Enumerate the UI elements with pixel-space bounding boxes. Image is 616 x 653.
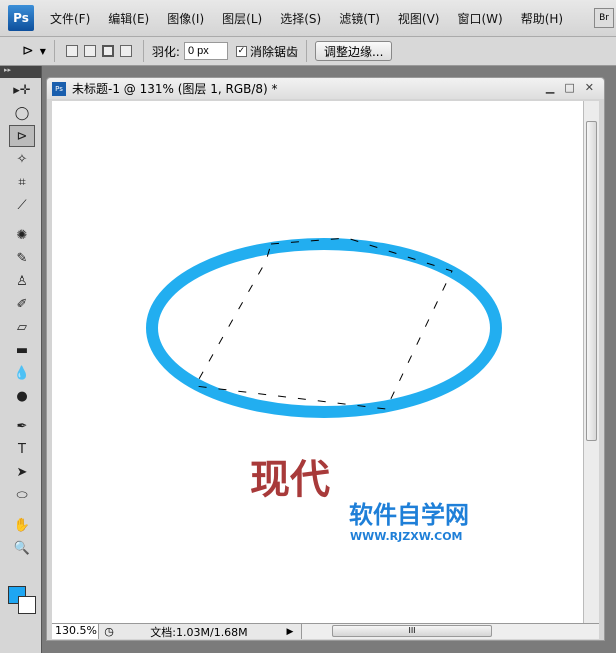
dodge-icon[interactable]: ● [9, 385, 35, 407]
menu-bar: Ps 文件(F) 编辑(E) 图像(I) 图层(L) 选择(S) 滤镜(T) 视… [0, 0, 616, 36]
document-window: Ps 未标题-1 @ 131% (图层 1, RGB/8) * ▁ □ ✕ 现代 软… [46, 77, 605, 641]
canvas-art: 现代 软件自学网 WWW.RJZXW.COM [146, 237, 502, 543]
brush-icon[interactable]: ✎ [9, 247, 35, 269]
menu-image[interactable]: 图像(I) [167, 10, 204, 27]
clone-stamp-icon[interactable]: ♙ [9, 270, 35, 292]
ps-doc-icon: Ps [52, 81, 66, 96]
divider [305, 40, 307, 62]
canvas-text: 现代 [250, 457, 330, 503]
subtract-selection-mode[interactable] [101, 45, 114, 57]
add-selection-mode[interactable] [83, 45, 96, 57]
preset-dropdown-icon[interactable]: ▼ [40, 47, 46, 56]
background-color-swatch[interactable] [18, 596, 36, 614]
document-info: 文档:1.03M/1.68M [150, 625, 248, 639]
path-selection-icon[interactable]: ➤ [9, 461, 35, 483]
feather-label: 羽化: [151, 44, 180, 59]
crop-icon[interactable]: ⌗ [9, 171, 35, 193]
antialias-checkbox[interactable]: ✓ [235, 45, 247, 57]
menu-select[interactable]: 选择(S) [280, 10, 321, 27]
refine-edge-button[interactable]: 调整边缘... [314, 41, 393, 61]
antialias-label: 消除锯齿 [249, 44, 298, 59]
pen-icon[interactable]: ✒ [9, 415, 35, 437]
watermark-url: WWW.RJZXW.COM [350, 530, 463, 543]
status-menu-arrow-icon[interactable]: ▶ [279, 627, 301, 637]
gradient-icon[interactable]: ▬ [9, 339, 35, 361]
intersect-selection-mode[interactable] [119, 45, 132, 57]
selection-marquee [194, 237, 453, 410]
healing-brush-icon[interactable]: ✺ [9, 224, 35, 246]
ps-logo: Ps [8, 5, 34, 31]
zoom-icon[interactable]: 🔍 [9, 537, 35, 559]
elliptical-marquee-icon[interactable]: ◯ [9, 102, 35, 124]
toolbox-collapse[interactable]: ▸▸ [0, 66, 41, 78]
feather-input[interactable] [183, 42, 228, 60]
move-icon[interactable]: ▸✛ [9, 79, 35, 101]
eraser-icon[interactable]: ▱ [9, 316, 35, 338]
status-bar: 130.5% ◷ 文档:1.03M/1.68M ▶ III [52, 623, 599, 639]
vertical-scroll-thumb[interactable] [586, 121, 597, 441]
status-options-icon[interactable]: ◷ [99, 625, 119, 638]
menu-view[interactable]: 视图(V) [398, 10, 440, 27]
magic-wand-icon[interactable]: ✧ [9, 148, 35, 170]
document-title-bar[interactable]: Ps 未标题-1 @ 131% (图层 1, RGB/8) * ▁ □ ✕ [47, 78, 604, 99]
menu-filter[interactable]: 滤镜(T) [339, 10, 380, 27]
close-icon[interactable]: ✕ [585, 81, 594, 94]
horizontal-scrollbar[interactable]: III [301, 624, 599, 639]
ellipse-shape-icon[interactable]: ⬭ [9, 484, 35, 506]
menu-file[interactable]: 文件(F) [50, 10, 90, 27]
document-title: 未标题-1 @ 131% (图层 1, RGB/8) * [72, 82, 278, 96]
options-bar: ⊳ ▼ 羽化: ✓ 消除锯齿 调整边缘... [0, 36, 616, 66]
eyedropper-icon[interactable]: ⟋ [9, 194, 35, 216]
menu-layer[interactable]: 图层(L) [222, 10, 262, 27]
canvas[interactable]: 现代 软件自学网 WWW.RJZXW.COM [52, 101, 583, 623]
divider [142, 40, 144, 62]
watermark-cn: 软件自学网 [349, 501, 469, 529]
minimize-icon[interactable]: ▁ [546, 81, 554, 94]
vertical-scrollbar[interactable] [583, 101, 599, 623]
toolbox: ▸▸ ▸✛ ◯ ⊳ ✧ ⌗ ⟋ ✺ ✎ ♙ ✐ ▱ ▬ 💧 ● ✒ T ➤ ⬭ ✋ 🔍 [0, 66, 42, 653]
menu-edit[interactable]: 编辑(E) [108, 10, 149, 27]
blur-icon[interactable]: 💧 [9, 362, 35, 384]
type-icon[interactable]: T [9, 438, 35, 460]
tool-preset-icon[interactable]: ⊳ [22, 43, 34, 59]
divider [53, 40, 55, 62]
horizontal-scroll-thumb[interactable]: III [332, 625, 492, 637]
hand-icon[interactable]: ✋ [9, 514, 35, 536]
menu-help[interactable]: 帮助(H) [521, 10, 563, 27]
maximize-icon[interactable]: □ [564, 81, 574, 94]
menu-window[interactable]: 窗口(W) [457, 10, 502, 27]
new-selection-mode[interactable] [65, 45, 78, 57]
polygonal-lasso-icon[interactable]: ⊳ [9, 125, 35, 147]
bridge-button[interactable]: Br [594, 8, 614, 28]
zoom-level[interactable]: 130.5% [52, 624, 99, 639]
history-brush-icon[interactable]: ✐ [9, 293, 35, 315]
